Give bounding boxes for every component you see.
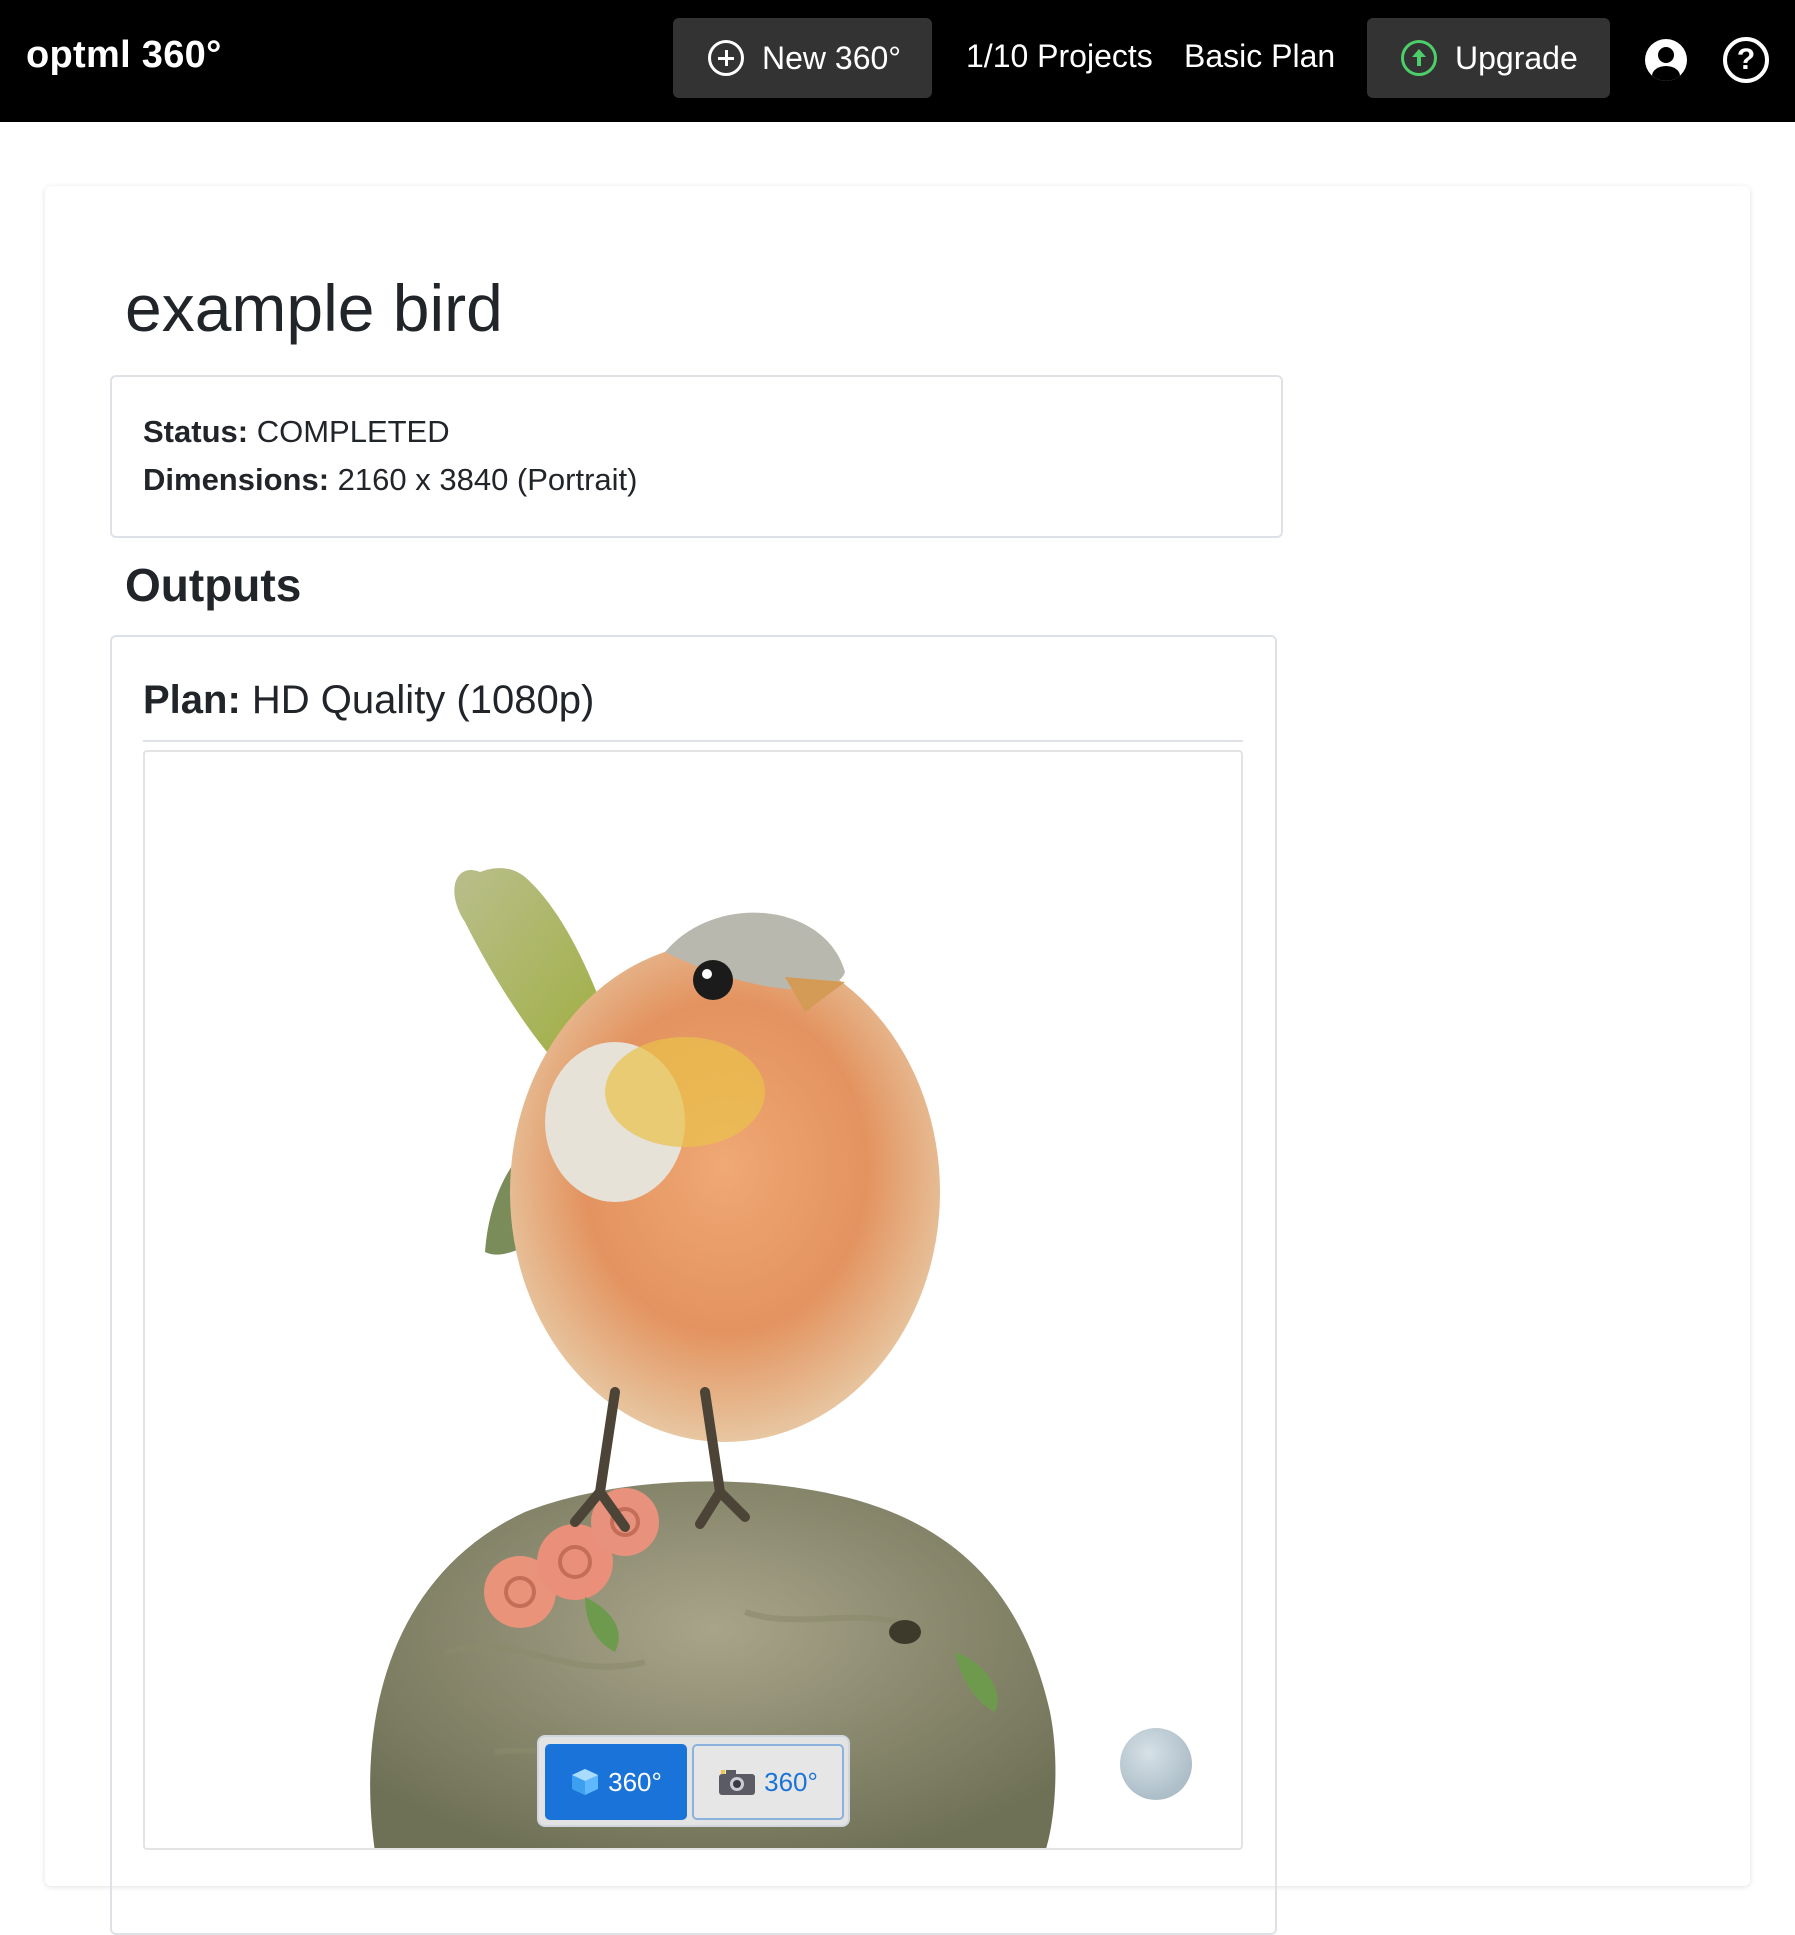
status-value: COMPLETED xyxy=(256,414,450,449)
toggle-360-label: 360° xyxy=(608,1766,662,1797)
toggle-photo-label: 360° xyxy=(764,1766,818,1797)
plan-value: HD Quality (1080p) xyxy=(251,678,595,722)
toggle-360-photo[interactable]: 360° xyxy=(692,1744,844,1820)
plus-circle-icon xyxy=(708,40,744,76)
brand-logo[interactable]: optml 360° xyxy=(26,34,222,77)
360-viewer[interactable] xyxy=(143,750,1243,1850)
dimensions-label: Dimensions: xyxy=(143,462,330,497)
top-navbar: optml 360° New 360° 1/10 Projects Basic … xyxy=(0,0,1795,122)
project-info-box xyxy=(110,375,1283,538)
output-plan-line: Plan: HD Quality (1080p) xyxy=(143,678,594,723)
page-title: example bird xyxy=(125,271,503,345)
toggle-360-spin[interactable]: 360° xyxy=(545,1744,687,1820)
new-360-label: New 360° xyxy=(762,39,902,76)
dimensions-line: Dimensions: 2160 x 3840 (Portrait) xyxy=(143,462,637,498)
fullscreen-orb-button[interactable] xyxy=(1120,1728,1192,1800)
status-line: Status: COMPLETED xyxy=(143,414,450,450)
upgrade-label: Upgrade xyxy=(1455,39,1578,76)
dimensions-value: 2160 x 3840 (Portrait) xyxy=(337,462,638,497)
plan-label: Plan: xyxy=(143,678,241,722)
divider xyxy=(143,740,1243,742)
status-label: Status: xyxy=(143,414,249,449)
projects-count[interactable]: 1/10 Projects xyxy=(966,38,1153,75)
new-360-button[interactable]: New 360° xyxy=(673,18,932,98)
bird-product-image xyxy=(370,868,1056,1848)
viewer-mode-toggle: 360° 360° xyxy=(537,1735,850,1827)
upgrade-button[interactable]: Upgrade xyxy=(1367,18,1610,98)
arrow-up-circle-icon xyxy=(1401,40,1437,76)
current-plan[interactable]: Basic Plan xyxy=(1184,38,1335,75)
help-icon[interactable]: ? xyxy=(1723,37,1769,83)
outputs-heading: Outputs xyxy=(125,559,302,611)
cube-icon xyxy=(570,1767,600,1797)
camera-icon xyxy=(718,1768,756,1796)
user-account-icon[interactable] xyxy=(1645,39,1687,81)
